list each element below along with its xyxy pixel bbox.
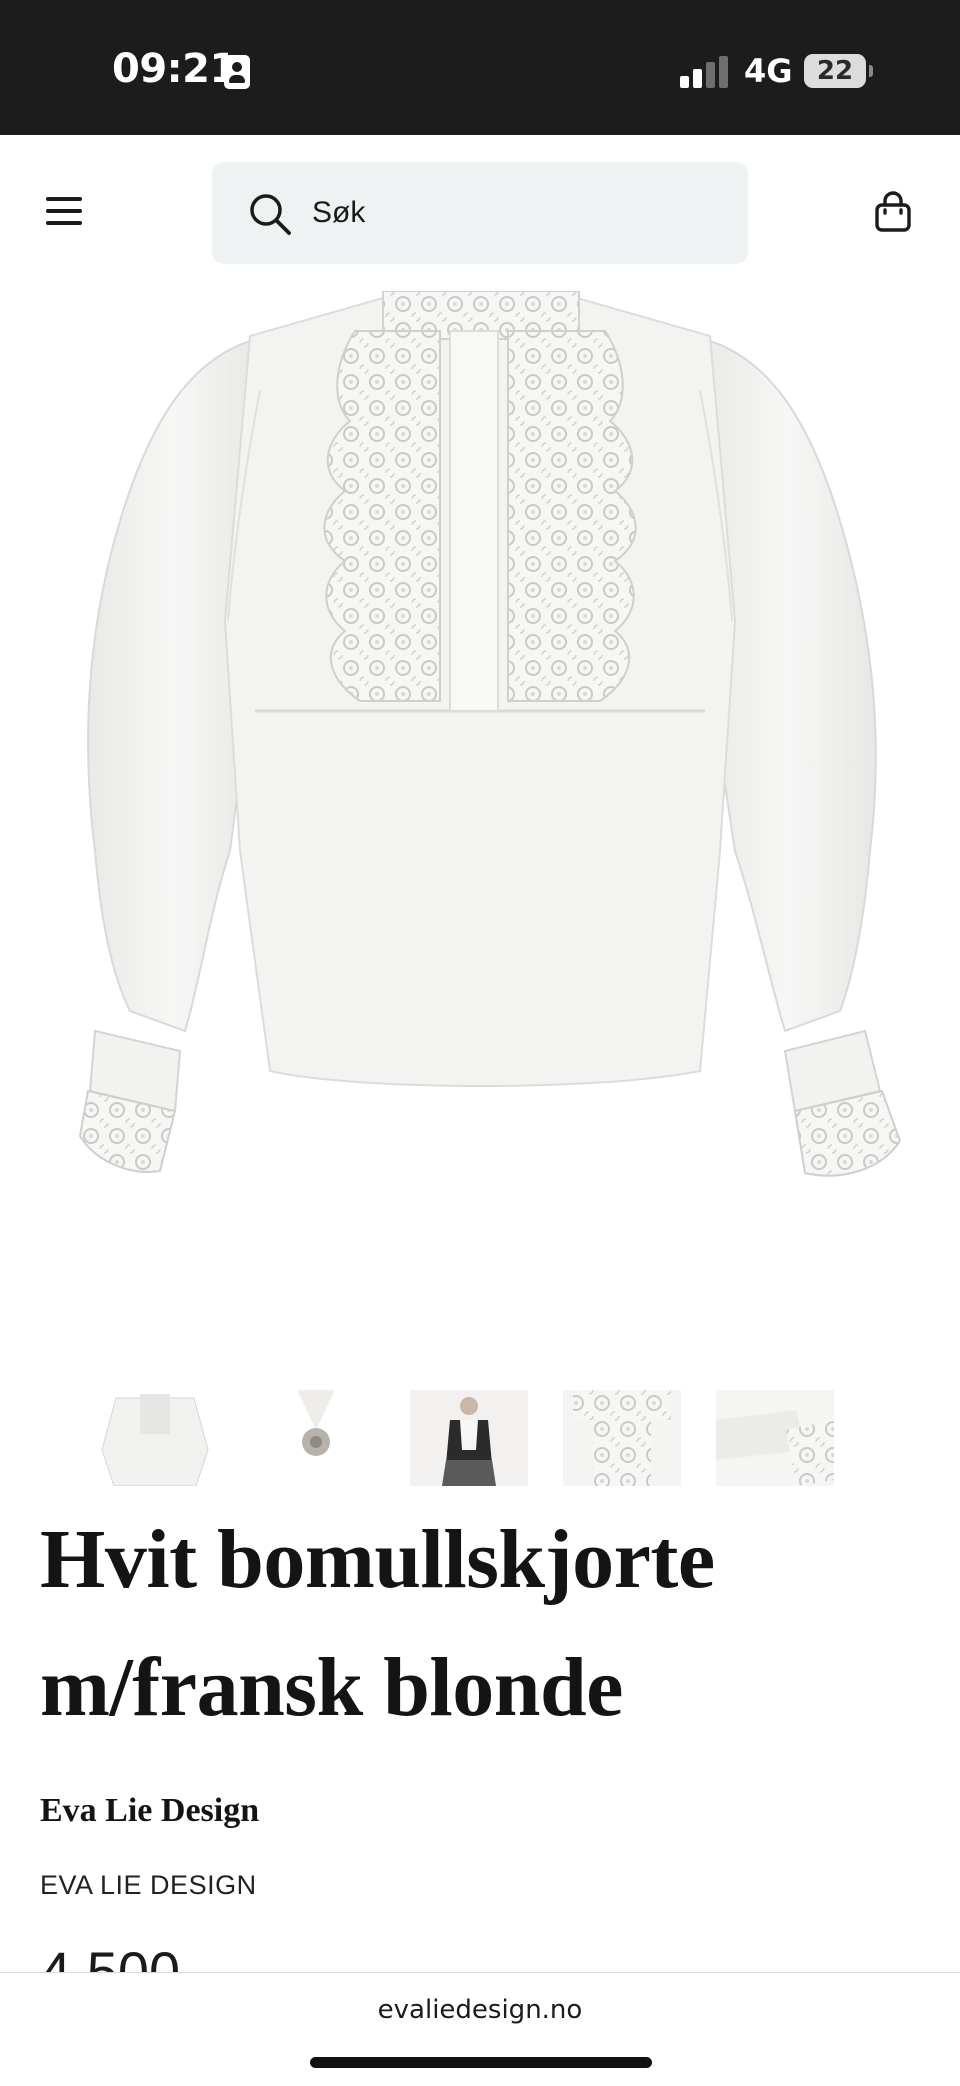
thumbnail-cuff-lace[interactable]	[716, 1390, 834, 1486]
product-main-image[interactable]	[0, 291, 960, 1351]
thumbnail-front[interactable]	[96, 1390, 214, 1486]
search-icon	[250, 194, 291, 235]
home-indicator[interactable]	[310, 2057, 652, 2068]
search-input[interactable]	[312, 162, 732, 264]
battery-level: 22	[816, 56, 854, 86]
price-container: 4 500	[40, 1940, 280, 1972]
blouse-illustration	[78, 291, 902, 1177]
status-bar: 09:21 4G 22	[0, 0, 960, 135]
hamburger-menu-icon[interactable]	[46, 197, 82, 225]
thumbnail-collar-lace[interactable]	[563, 1390, 681, 1486]
browser-address-bar[interactable]: evaliedesign.no	[0, 1972, 960, 2086]
product-title: Hvit bomullskjorte m/fransk blonde	[40, 1513, 715, 1734]
status-time: 09:21	[112, 46, 237, 92]
thumbnail-strip	[0, 1390, 960, 1486]
site-header	[0, 135, 960, 291]
product-vendor: Eva Lie Design	[40, 1792, 260, 1829]
shopping-bag-icon[interactable]	[874, 191, 912, 233]
browser-url[interactable]: evaliedesign.no	[0, 1995, 960, 2025]
battery-icon: 22	[804, 54, 873, 88]
thumbnail-model-bunad[interactable]	[410, 1390, 528, 1486]
contact-card-icon	[224, 55, 250, 89]
product-brand: EVA LIE DESIGN	[40, 1870, 257, 1900]
network-type: 4G	[744, 52, 793, 90]
product-price: 4 500	[40, 1940, 181, 1972]
cellular-signal-icon	[680, 56, 728, 88]
search-bar[interactable]	[212, 162, 748, 264]
thumbnail-brooch-detail[interactable]	[257, 1390, 375, 1486]
